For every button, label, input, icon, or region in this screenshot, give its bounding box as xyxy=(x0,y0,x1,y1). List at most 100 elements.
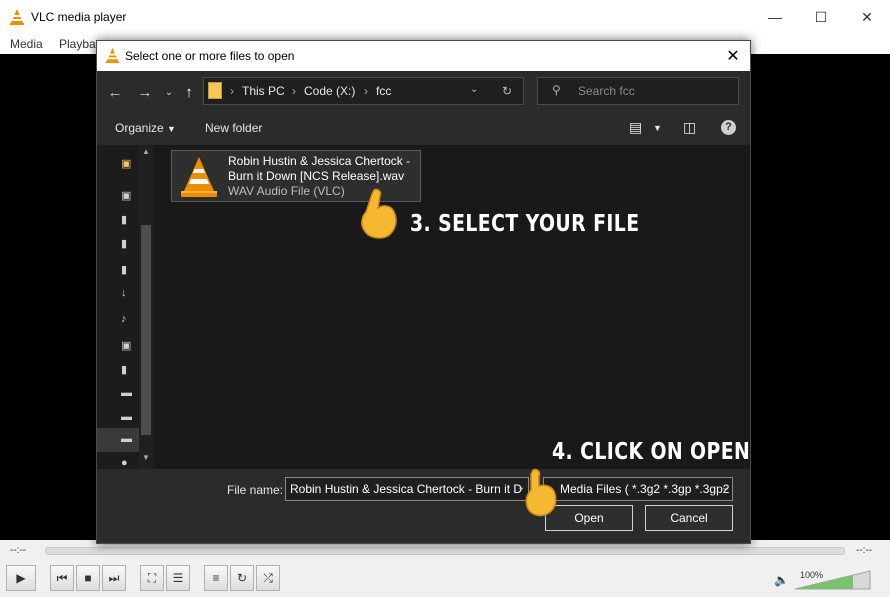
elapsed-time: --:-- xyxy=(10,545,27,556)
dialog-titlebar: Select one or more files to open ✕ xyxy=(97,41,750,71)
forward-button[interactable]: → xyxy=(135,82,155,102)
step3-annotation: 3. SELECT YOUR FILE xyxy=(410,211,640,237)
previous-icon: ⏮ xyxy=(56,570,68,585)
file-name: Robin Hustin & Jessica Chertock - Burn i… xyxy=(228,154,411,183)
chevron-down-icon[interactable]: ⌄ xyxy=(721,482,729,493)
pointing-hand-icon xyxy=(525,468,557,517)
3d-objects-icon[interactable]: ▮ xyxy=(121,213,135,227)
random-button[interactable]: ⤮ xyxy=(256,565,280,591)
videos-icon[interactable]: ▮ xyxy=(121,363,135,377)
preview-pane-icon[interactable]: ◫ xyxy=(683,119,696,136)
vlc-cone-icon xyxy=(10,9,24,25)
breadcrumb-fcc[interactable]: fcc xyxy=(376,84,391,98)
loop-icon: ↻ xyxy=(236,571,248,585)
chevron-down-icon: ⌄ xyxy=(164,86,174,98)
drive-icon[interactable]: ▬ xyxy=(121,411,135,425)
up-button[interactable]: ↑ xyxy=(179,82,199,102)
chevron-down-icon[interactable]: ⌄ xyxy=(470,84,478,95)
new-folder-button[interactable]: New folder xyxy=(205,121,262,135)
vlc-window-title: VLC media player xyxy=(31,10,127,24)
help-icon[interactable]: ? xyxy=(721,120,736,135)
breadcrumb-this-pc[interactable]: This PC xyxy=(242,84,285,98)
menu-media[interactable]: Media xyxy=(10,37,43,51)
menu-playback[interactable]: Playba xyxy=(59,37,96,51)
stop-icon: ■ xyxy=(84,571,92,585)
maximize-icon: ☐ xyxy=(814,8,828,25)
refresh-icon[interactable]: ↻ xyxy=(502,84,512,98)
speaker-icon[interactable]: 🔈 xyxy=(774,573,789,587)
documents-icon[interactable]: ▮ xyxy=(121,263,135,277)
loop-button[interactable]: ↻ xyxy=(230,565,254,591)
pointing-hand-icon xyxy=(361,188,397,239)
playlist-icon: ≡ xyxy=(212,571,220,585)
arrow-left-icon: ← xyxy=(107,83,123,101)
vlc-titlebar: VLC media player — ☐ ✕ xyxy=(0,0,890,34)
this-pc-icon[interactable]: ▣ xyxy=(121,189,135,203)
desktop-icon[interactable]: ▮ xyxy=(121,237,135,251)
maximize-button[interactable]: ☐ xyxy=(798,0,844,34)
file-type-select-value: Media Files ( *.3g2 *.3gp *.3gp2 xyxy=(560,482,730,496)
music-icon[interactable]: ♪ xyxy=(121,313,135,327)
folder-icon xyxy=(208,82,222,99)
chevron-down-icon[interactable]: ▼ xyxy=(142,453,150,462)
organize-label: Organize xyxy=(115,121,164,135)
next-button[interactable]: ⏭ xyxy=(102,565,126,591)
close-button[interactable]: ✕ xyxy=(844,0,890,34)
dialog-close-button[interactable]: ✕ xyxy=(716,41,750,71)
scrollbar-thumb[interactable] xyxy=(141,225,151,435)
dialog-toolbar: Organize ▼ New folder ▤ ▼ ◫ ? xyxy=(97,113,750,145)
dialog-bottom-bar: File name: Robin Hustin & Jessica Cherto… xyxy=(97,469,750,543)
play-button[interactable]: ▶ xyxy=(6,565,36,591)
breadcrumb-code-drive[interactable]: Code (X:) xyxy=(304,84,355,98)
previous-button[interactable]: ⏮ xyxy=(50,565,74,591)
volume-slider[interactable] xyxy=(795,570,871,590)
downloads-icon[interactable]: ↓ xyxy=(121,287,135,301)
vlc-cone-icon xyxy=(105,48,120,63)
fullscreen-icon: ⛶ xyxy=(147,570,157,585)
extended-settings-button[interactable]: ☰ xyxy=(166,565,190,591)
shuffle-icon: ⤮ xyxy=(263,570,273,585)
close-icon: ✕ xyxy=(861,8,873,25)
local-disk-icon[interactable]: ▬ xyxy=(121,387,135,401)
search-icon: ⚲ xyxy=(552,83,561,97)
breadcrumb-separator-icon: › xyxy=(292,84,296,98)
view-options-icon[interactable]: ▤ xyxy=(629,119,642,136)
arrow-right-icon: → xyxy=(137,83,153,101)
vlc-file-icon xyxy=(181,157,217,197)
back-button[interactable]: ← xyxy=(105,82,125,102)
breadcrumb-separator-icon: › xyxy=(364,84,368,98)
chevron-down-icon[interactable]: ▼ xyxy=(653,123,662,133)
equalizer-icon: ☰ xyxy=(172,571,184,585)
controls-row: ▶ ⏮ ■ ⏭ ⛶ ☰ ≡ ↻ ⤮ 🔈 100% xyxy=(0,562,890,597)
play-icon: ▶ xyxy=(16,571,26,585)
file-name-input[interactable]: Robin Hustin & Jessica Chertock - Burn i… xyxy=(285,477,529,501)
total-time: --:-- xyxy=(856,545,873,556)
code-drive-icon[interactable]: ▬ xyxy=(121,433,135,447)
file-list: Robin Hustin & Jessica Chertock - Burn i… xyxy=(157,145,750,469)
search-input[interactable]: ⚲ Search fcc xyxy=(537,77,739,105)
chevron-down-icon: ▼ xyxy=(167,124,176,134)
next-icon: ⏭ xyxy=(108,570,120,585)
address-bar[interactable]: › This PC › Code (X:) › fcc ⌄ ↻ xyxy=(203,77,524,105)
playlist-button[interactable]: ≡ xyxy=(204,565,228,591)
seek-slider[interactable] xyxy=(45,547,845,555)
navigation-scrollbar[interactable]: ▲ ▼ xyxy=(139,145,153,469)
minimize-button[interactable]: — xyxy=(752,0,798,34)
pictures-icon[interactable]: ▣ xyxy=(121,339,135,353)
stop-button[interactable]: ■ xyxy=(76,565,100,591)
arrow-up-icon: ↑ xyxy=(185,83,193,101)
step4-annotation: 4. CLICK ON OPEN xyxy=(552,439,751,465)
fullscreen-button[interactable]: ⛶ xyxy=(140,565,164,591)
quick-access-icon[interactable]: ▣ xyxy=(121,157,135,171)
organize-button[interactable]: Organize ▼ xyxy=(115,121,176,135)
dialog-navbar: ← → ⌄ ↑ › This PC › Code (X:) › fcc ⌄ ↻ … xyxy=(97,71,750,113)
close-icon: ✕ xyxy=(726,48,740,65)
file-type-select[interactable]: Media Files ( *.3g2 *.3gp *.3gp2 xyxy=(543,477,733,501)
file-name-label: File name: xyxy=(227,483,284,497)
open-file-dialog: Select one or more files to open ✕ ← → ⌄… xyxy=(96,40,751,544)
recent-locations-button[interactable]: ⌄ xyxy=(159,82,179,102)
cancel-button[interactable]: Cancel xyxy=(645,505,733,531)
search-placeholder: Search fcc xyxy=(578,84,635,98)
minimize-icon: — xyxy=(768,9,782,25)
chevron-up-icon[interactable]: ▲ xyxy=(142,147,150,156)
